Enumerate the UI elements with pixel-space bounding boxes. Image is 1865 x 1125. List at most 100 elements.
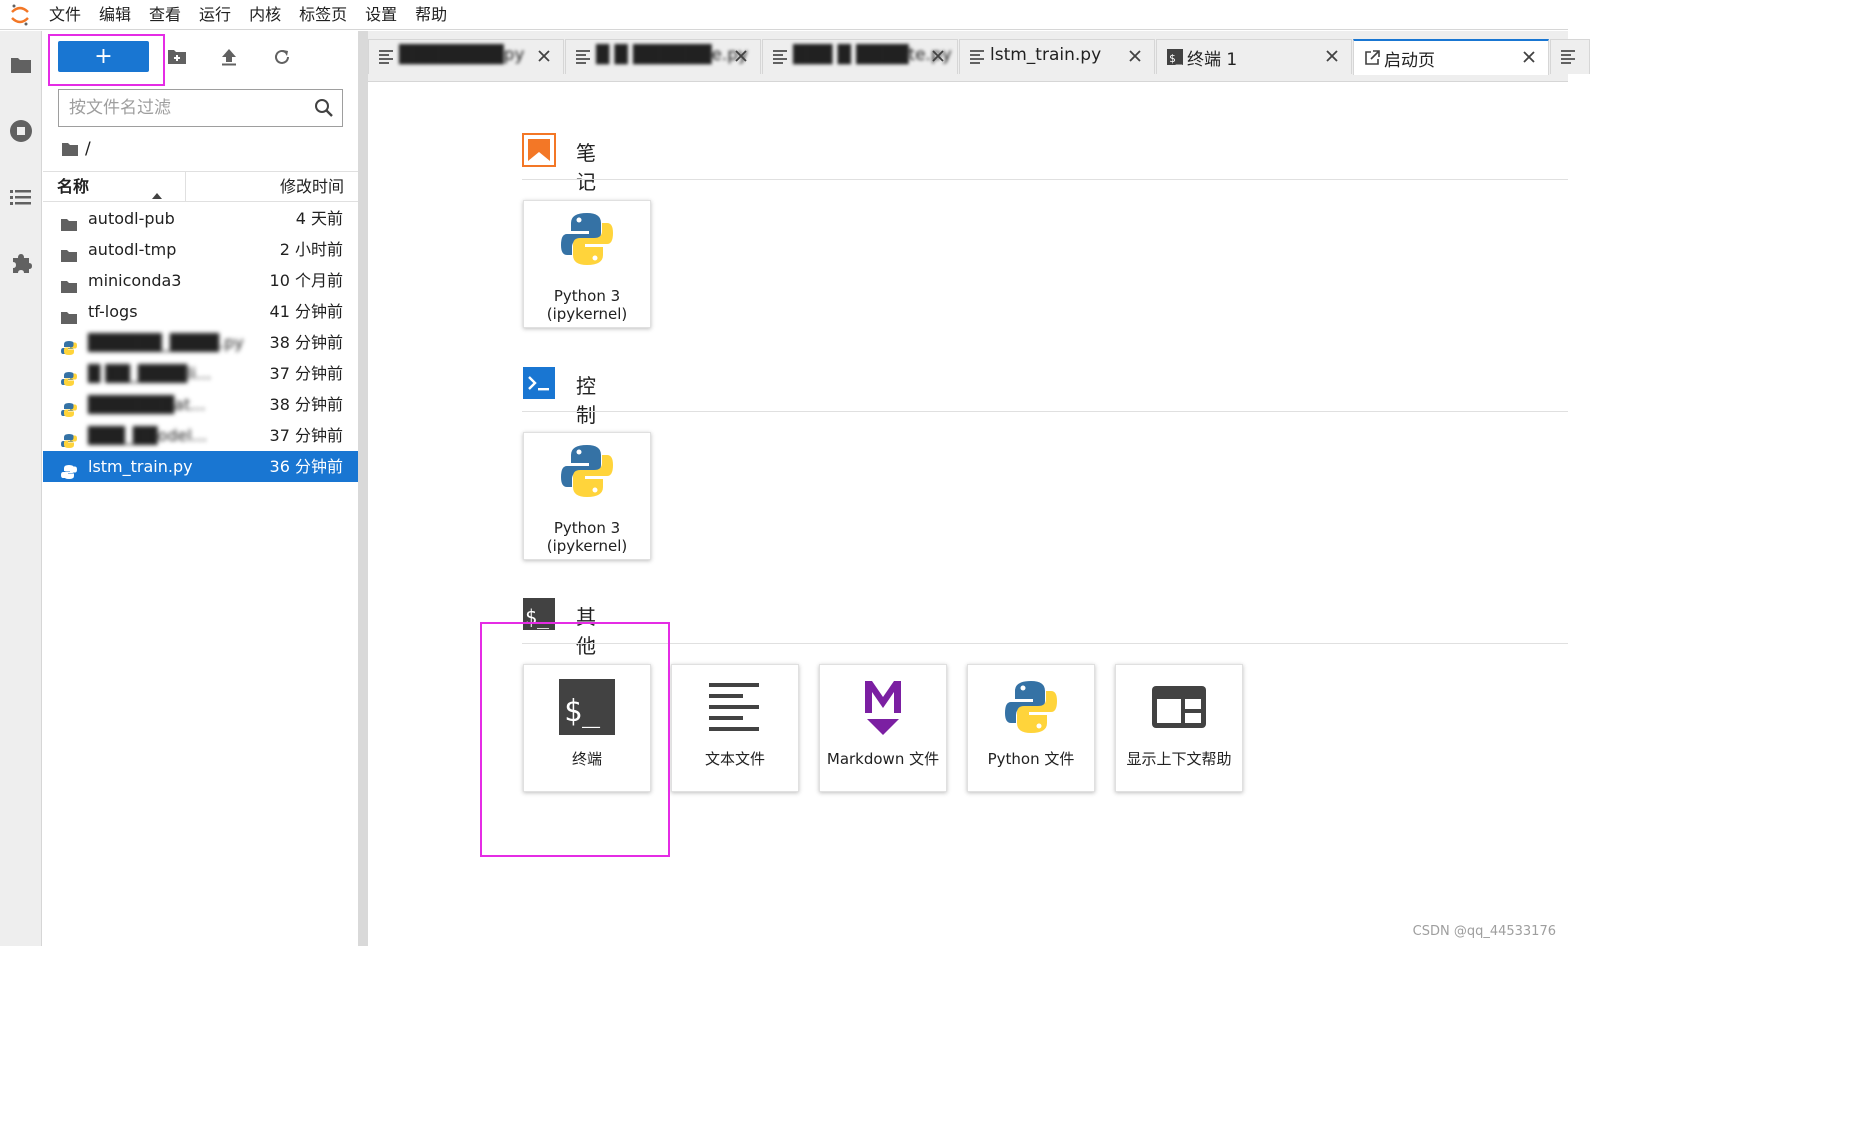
highlight-box-terminal — [480, 622, 670, 857]
menu-view[interactable]: 查看 — [140, 0, 190, 30]
name-column-header[interactable]: 名称 — [43, 172, 186, 201]
file-row-miniconda3[interactable]: miniconda3 10 个月前 — [43, 265, 358, 296]
tab-overflow[interactable] — [1550, 39, 1590, 74]
python-file-icon — [61, 335, 77, 355]
card-label: Markdown 文件 — [826, 750, 940, 768]
python-file-icon — [61, 428, 77, 448]
file-modified-time: 38 分钟前 — [269, 333, 343, 352]
folder-icon — [11, 58, 31, 73]
card-label: 文本文件 — [704, 750, 765, 768]
file-row-lstm-train[interactable]: lstm_train.py 36 分钟前 — [43, 451, 358, 482]
file-modified-time: 36 分钟前 — [269, 457, 343, 476]
text-file-icon — [1561, 49, 1577, 65]
python-logo-icon — [561, 445, 613, 497]
section-divider — [522, 411, 1568, 412]
file-filter-input[interactable] — [69, 98, 309, 118]
menu-run[interactable]: 运行 — [190, 0, 240, 30]
notebook-icon — [522, 133, 556, 171]
python-file-card[interactable]: Python 文件 — [967, 664, 1095, 792]
file-name: lstm_train.py — [88, 457, 193, 476]
file-modified-time: 37 分钟前 — [269, 426, 343, 445]
tab-label: lstm_train.py — [990, 45, 1102, 65]
close-icon[interactable] — [931, 48, 945, 68]
file-filter-box — [58, 89, 343, 127]
folder-icon — [61, 273, 77, 293]
python-file-icon — [61, 366, 77, 386]
file-row-python-3[interactable]: ███████at... 38 分钟前 — [43, 389, 358, 420]
left-activity-bar — [0, 31, 42, 946]
tab-file-1[interactable]: ████████py — [368, 39, 564, 74]
file-name: miniconda3 — [88, 271, 182, 290]
terminal-icon: $_ — [1167, 49, 1183, 65]
file-row-tf-logs[interactable]: tf-logs 41 分钟前 — [43, 296, 358, 327]
panel-splitter[interactable] — [358, 31, 368, 946]
tab-terminal-1[interactable]: $_ 终端 1 — [1156, 39, 1352, 74]
folder-icon — [61, 211, 77, 231]
name-column-label: 名称 — [57, 177, 90, 196]
close-icon[interactable] — [734, 48, 748, 68]
modified-column-label: 修改时间 — [279, 177, 344, 196]
file-modified-time: 41 分钟前 — [269, 302, 343, 321]
menu-file[interactable]: 文件 — [40, 0, 90, 30]
file-row-autodl-tmp[interactable]: autodl-tmp 2 小时前 — [43, 234, 358, 265]
close-icon[interactable] — [537, 48, 551, 68]
modified-column-header[interactable]: 修改时间 — [280, 172, 344, 201]
refresh-icon — [275, 49, 289, 64]
card-sublabel: (ipykernel) — [546, 537, 628, 555]
card-sublabel: (ipykernel) — [546, 305, 628, 323]
menu-edit[interactable]: 编辑 — [90, 0, 140, 30]
new-folder-button[interactable] — [165, 45, 189, 69]
new-folder-icon — [168, 50, 186, 64]
upload-icon — [222, 49, 236, 66]
tab-lstm-train[interactable]: lstm_train.py — [959, 39, 1155, 74]
file-name: autodl-tmp — [88, 240, 177, 259]
notebook-python3-card[interactable]: Python 3 (ipykernel) — [523, 200, 651, 328]
jupyter-logo-icon[interactable] — [0, 0, 40, 30]
close-icon[interactable] — [1522, 49, 1536, 69]
tab-launcher[interactable]: 启动页 — [1353, 39, 1549, 75]
close-icon[interactable] — [1325, 48, 1339, 68]
menu-kernel[interactable]: 内核 — [240, 0, 290, 30]
highlight-box-new-launcher — [48, 34, 165, 86]
tab-file-3[interactable]: ███ █ ████te.py — [762, 39, 958, 74]
table-of-contents-tab[interactable] — [0, 169, 42, 225]
markdown-file-card[interactable]: Markdown 文件 — [819, 664, 947, 792]
stop-circle-icon — [10, 120, 32, 142]
file-row-python-2[interactable]: █ ██_████li... 37 分钟前 — [43, 358, 358, 389]
document-tab-bar: ████████py █ █ ██████e.py ███ █ ████te.p… — [368, 31, 1590, 82]
running-sessions-tab[interactable] — [0, 103, 42, 159]
file-name: █ ██_████li... — [88, 364, 212, 383]
text-file-card[interactable]: 文本文件 — [671, 664, 799, 792]
python-logo-icon — [561, 213, 613, 265]
menu-settings[interactable]: 设置 — [356, 0, 406, 30]
watermark: CSDN @qq_44533176 — [1412, 924, 1556, 939]
file-list: autodl-pub 4 天前 autodl-tmp 2 小时前 minicon… — [43, 203, 358, 482]
text-file-icon — [970, 49, 986, 65]
file-row-python-4[interactable]: ███_██odel... 37 分钟前 — [43, 420, 358, 451]
file-name: autodl-pub — [88, 209, 175, 228]
file-browser-tab[interactable] — [0, 37, 42, 93]
upload-button[interactable] — [217, 45, 241, 69]
file-name: ███_██odel... — [88, 426, 208, 445]
console-python3-card[interactable]: Python 3 (ipykernel) — [523, 432, 651, 560]
breadcrumb-root[interactable]: / — [85, 139, 91, 159]
close-icon[interactable] — [1128, 48, 1142, 68]
file-row-autodl-pub[interactable]: autodl-pub 4 天前 — [43, 203, 358, 234]
menu-help[interactable]: 帮助 — [406, 0, 456, 30]
menu-bar: 文件 编辑 查看 运行 内核 标签页 设置 帮助 — [0, 0, 1568, 30]
contextual-help-icon — [1152, 686, 1206, 728]
text-file-icon — [773, 49, 789, 65]
extensions-tab[interactable] — [0, 235, 42, 291]
tab-label: 终端 1 — [1187, 50, 1238, 70]
tab-label: █ █ ██████e.py — [596, 45, 749, 65]
file-modified-time: 2 小时前 — [279, 240, 343, 259]
home-folder-icon[interactable] — [61, 142, 79, 157]
console-icon — [522, 366, 556, 404]
file-row-python-1[interactable]: ██████_████.py 38 分钟前 — [43, 327, 358, 358]
python-logo-icon — [1005, 681, 1057, 733]
tab-file-2[interactable]: █ █ ██████e.py — [565, 39, 761, 74]
puzzle-icon — [13, 254, 32, 273]
refresh-button[interactable] — [270, 45, 294, 69]
menu-tabs[interactable]: 标签页 — [290, 0, 356, 30]
contextual-help-card[interactable]: 显示上下文帮助 — [1115, 664, 1243, 792]
